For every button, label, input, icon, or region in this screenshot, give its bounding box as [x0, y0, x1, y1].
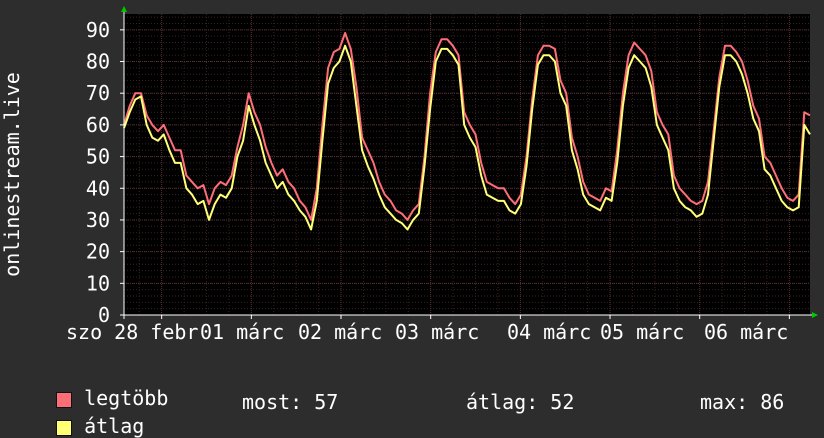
x-tick-label: 03 márc — [395, 320, 479, 344]
y-axis-label: onlinestream.live — [0, 72, 24, 277]
y-axis-arrow-icon — [121, 6, 127, 12]
y-tick-label: 80 — [86, 50, 110, 74]
y-tick-label: 10 — [86, 271, 110, 295]
x-axis-arrow-icon — [812, 312, 818, 318]
x-tick-label: 05 márc — [600, 320, 684, 344]
stat-average: átlag: 52 — [466, 390, 575, 414]
stat-maximum: max: 86 — [700, 390, 785, 414]
x-tick-label: 06 márc — [704, 320, 788, 344]
y-tick-label: 50 — [86, 145, 110, 169]
y-tick-label: 70 — [86, 81, 110, 105]
y-tick-labels: 0102030405060708090 — [86, 18, 110, 327]
legend-swatch-avg — [56, 419, 73, 436]
x-tick-labels: szo 28 febr 01 márc 02 márc 03 márc 04 márc 0… — [66, 320, 788, 344]
y-tick-label: 60 — [86, 113, 110, 137]
plot-area — [124, 14, 810, 315]
x-tick-label: 01 márc — [200, 320, 284, 344]
x-tick-label: 02 márc — [298, 320, 382, 344]
legend-item-avg: átlag — [32, 390, 144, 438]
y-tick-label: 40 — [86, 176, 110, 200]
x-tick-label: szo 28 febr — [66, 320, 198, 344]
stat-current: most: 57 — [242, 390, 339, 414]
y-tick-label: 20 — [86, 240, 110, 264]
legend-label-avg: átlag — [84, 414, 145, 438]
y-tick-label: 30 — [86, 208, 110, 232]
x-tick-label: 04 márc — [507, 320, 591, 344]
y-tick-label: 90 — [86, 18, 110, 42]
